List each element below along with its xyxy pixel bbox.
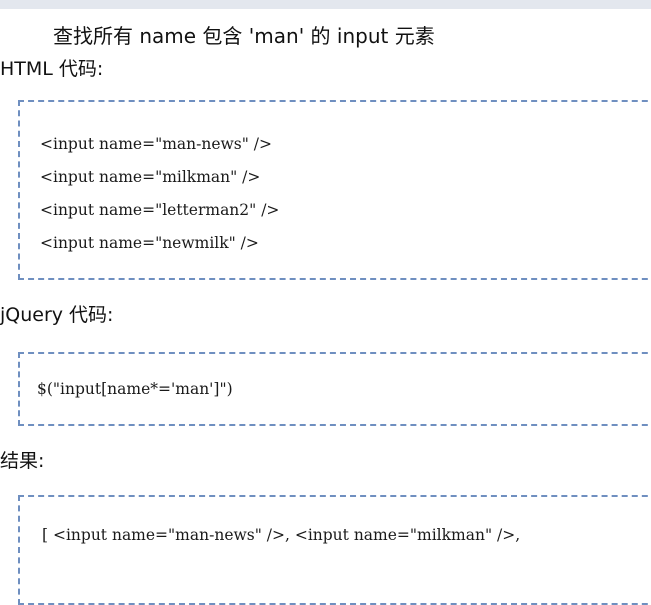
code-line: <input name="newmilk" /> — [40, 234, 259, 252]
result-code: [ <input name="man-news" />, <input name… — [42, 526, 521, 544]
html-code-box: <input name="man-news" /> <input name="m… — [18, 100, 651, 280]
html-code-label: HTML 代码: — [0, 58, 104, 80]
jquery-code-box: $("input[name*='man']") — [18, 352, 651, 426]
top-divider-band — [0, 0, 651, 9]
example-description: 查找所有 name 包含 'man' 的 input 元素 — [53, 24, 435, 48]
jquery-code-label: jQuery 代码: — [0, 304, 114, 326]
result-label: 结果: — [0, 450, 45, 472]
code-line: <input name="letterman2" /> — [40, 201, 280, 219]
result-code-box: [ <input name="man-news" />, <input name… — [18, 495, 651, 605]
code-line: <input name="man-news" /> — [40, 135, 273, 153]
code-line: <input name="milkman" /> — [40, 168, 261, 186]
jquery-selector-code: $("input[name*='man']") — [37, 380, 233, 398]
